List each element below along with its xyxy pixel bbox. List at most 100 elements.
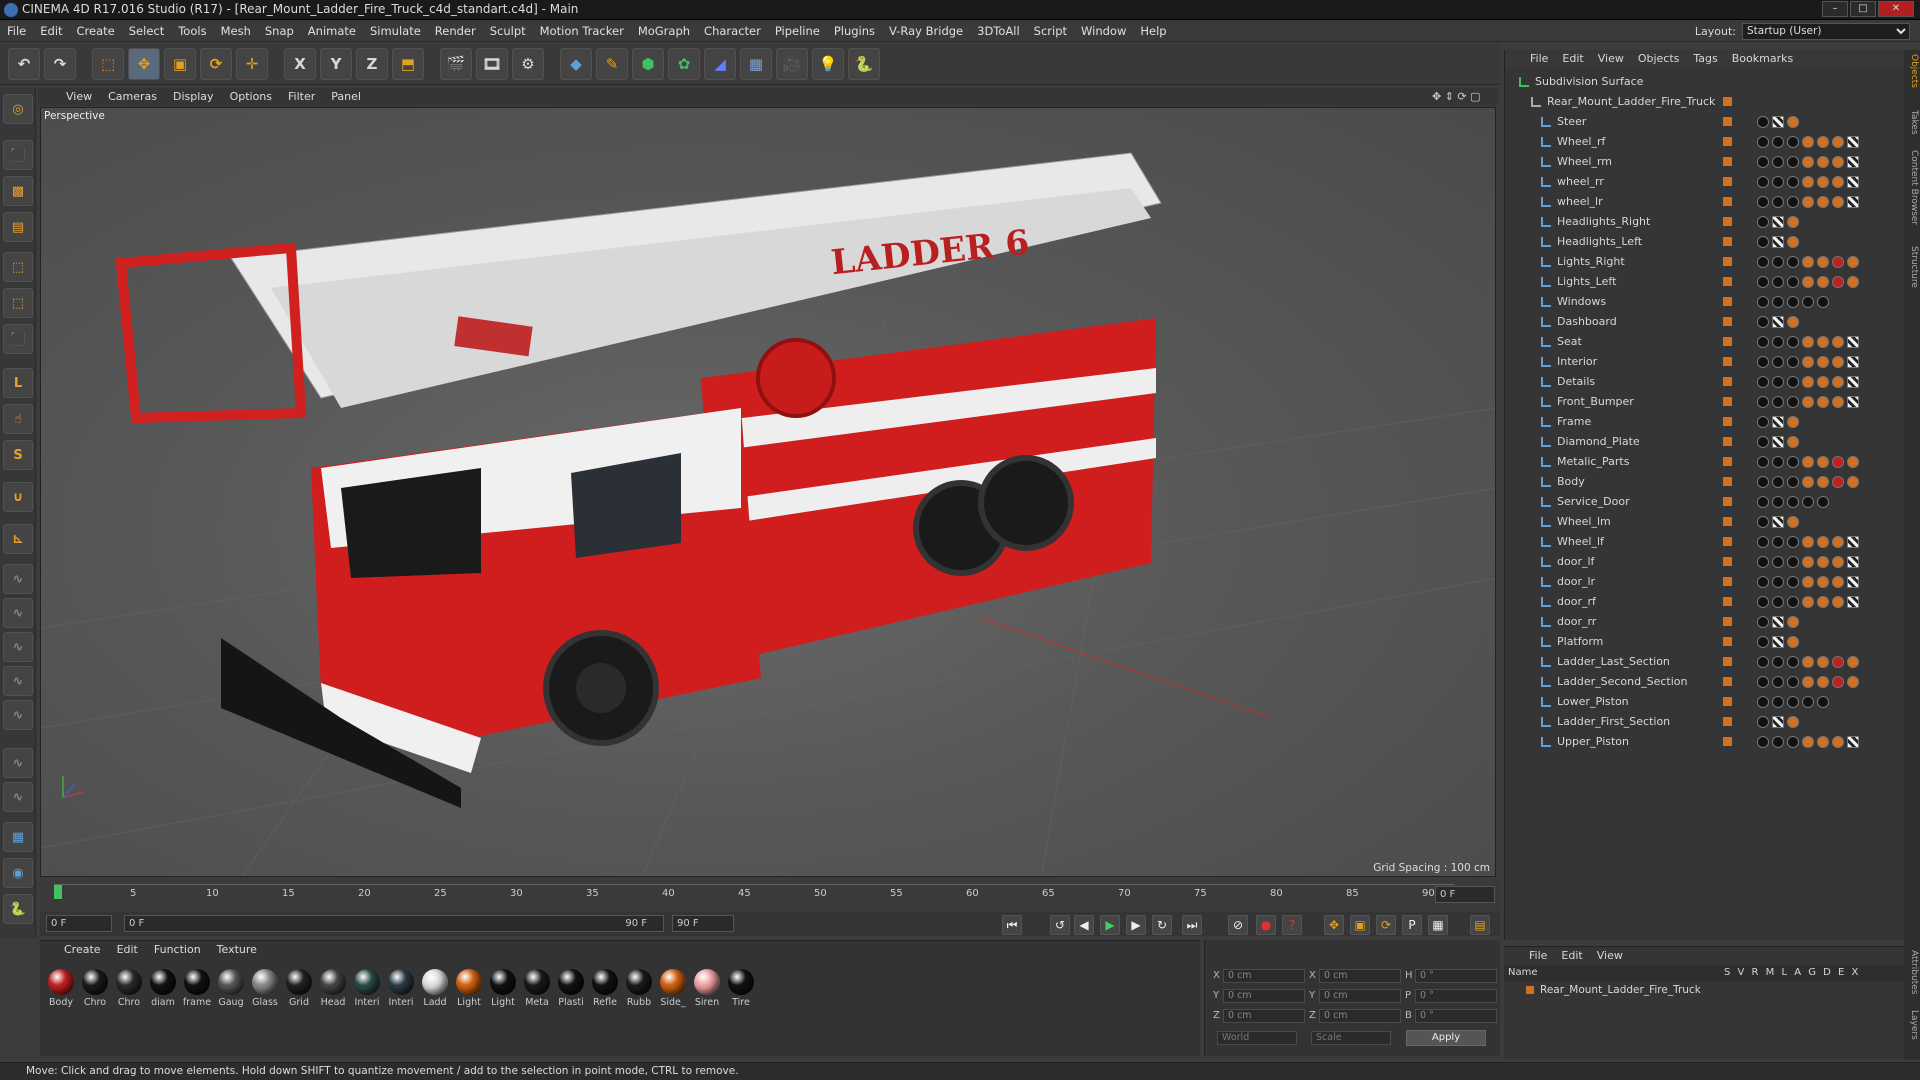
material-tag-icon[interactable] bbox=[1757, 156, 1769, 168]
material-tag-icon[interactable] bbox=[1817, 136, 1829, 148]
maximize-button[interactable]: □ bbox=[1850, 1, 1876, 17]
object-name[interactable]: Body bbox=[1557, 472, 1585, 492]
polygons-mode-icon[interactable]: ⬛ bbox=[3, 324, 33, 354]
sculpt-flatten-icon[interactable]: ∿ bbox=[3, 700, 33, 730]
material-tag-icon[interactable] bbox=[1772, 236, 1784, 248]
material-tag-icon[interactable] bbox=[1847, 556, 1859, 568]
material-tag-icon[interactable] bbox=[1832, 456, 1844, 468]
material-tag-icon[interactable] bbox=[1802, 656, 1814, 668]
viewport-nav-icons[interactable]: ✥ ⇕ ⟳ ▢ bbox=[1432, 90, 1481, 103]
material-swatch[interactable]: Chro bbox=[112, 969, 146, 1008]
object-row[interactable]: Details bbox=[1505, 372, 1905, 392]
position-y-field[interactable]: 0 cm bbox=[1223, 989, 1305, 1003]
obj-menu-edit[interactable]: Edit bbox=[1555, 50, 1590, 68]
layer-color-swatch[interactable] bbox=[1723, 117, 1732, 126]
layer-color-swatch[interactable] bbox=[1723, 477, 1732, 486]
material-tag-icon[interactable] bbox=[1802, 296, 1814, 308]
object-name[interactable]: Lights_Right bbox=[1557, 252, 1625, 272]
edges-mode-icon[interactable]: ⬚ bbox=[3, 288, 33, 318]
object-name[interactable]: Headlights_Right bbox=[1557, 212, 1650, 232]
object-row[interactable]: door_lf bbox=[1505, 552, 1905, 572]
render-picture-viewer-icon[interactable]: 🎞 bbox=[476, 47, 508, 80]
material-tag-icon[interactable] bbox=[1847, 176, 1859, 188]
material-tag-icon[interactable] bbox=[1832, 396, 1844, 408]
render-view-icon[interactable]: 🎬 bbox=[440, 47, 472, 80]
obj-menu-objects[interactable]: Objects bbox=[1631, 50, 1687, 68]
material-tag-icon[interactable] bbox=[1757, 736, 1769, 748]
object-row[interactable]: door_rf bbox=[1505, 592, 1905, 612]
material-tag-icon[interactable] bbox=[1832, 376, 1844, 388]
undo-icon[interactable]: ↶ bbox=[8, 47, 40, 80]
material-tag-icon[interactable] bbox=[1802, 696, 1814, 708]
layer-color-swatch[interactable] bbox=[1723, 597, 1732, 606]
python-script-icon[interactable]: 🐍 bbox=[3, 894, 33, 924]
menu-file[interactable]: File bbox=[0, 20, 33, 42]
material-tag-icon[interactable] bbox=[1817, 536, 1829, 548]
object-name[interactable]: wheel_lr bbox=[1557, 192, 1603, 212]
layer-color-swatch[interactable] bbox=[1723, 497, 1732, 506]
key-pla-icon[interactable]: ▦ bbox=[1428, 915, 1448, 935]
object-row[interactable]: Headlights_Right bbox=[1505, 212, 1905, 232]
close-window-button[interactable]: ✕ bbox=[1878, 1, 1914, 17]
material-tag-icon[interactable] bbox=[1832, 596, 1844, 608]
sculpt-inflate-icon[interactable]: ∿ bbox=[3, 666, 33, 696]
object-name[interactable]: Frame bbox=[1557, 412, 1591, 432]
material-tag-icon[interactable] bbox=[1757, 176, 1769, 188]
layer-color-swatch[interactable] bbox=[1723, 577, 1732, 586]
material-swatch[interactable]: Meta bbox=[520, 969, 554, 1008]
material-tag-icon[interactable] bbox=[1802, 196, 1814, 208]
material-tag-icon[interactable] bbox=[1787, 716, 1799, 728]
layer-color-swatch[interactable] bbox=[1723, 417, 1732, 426]
material-tag-icon[interactable] bbox=[1757, 316, 1769, 328]
material-tag-icon[interactable] bbox=[1772, 316, 1784, 328]
object-row[interactable]: Ladder_Second_Section bbox=[1505, 672, 1905, 692]
material-tag-icon[interactable] bbox=[1772, 436, 1784, 448]
material-tag-icon[interactable] bbox=[1757, 576, 1769, 588]
material-tag-icon[interactable] bbox=[1757, 536, 1769, 548]
object-name[interactable]: Wheel_rm bbox=[1557, 152, 1612, 172]
menu-plugins[interactable]: Plugins bbox=[827, 20, 882, 42]
object-name[interactable]: Front_Bumper bbox=[1557, 392, 1634, 412]
material-tag-icon[interactable] bbox=[1817, 376, 1829, 388]
layer-color-swatch[interactable] bbox=[1723, 177, 1732, 186]
layer-color-swatch[interactable] bbox=[1723, 637, 1732, 646]
material-tag-icon[interactable] bbox=[1847, 336, 1859, 348]
obj-menu-file[interactable]: File bbox=[1523, 50, 1555, 68]
menu-vray-bridge[interactable]: V-Ray Bridge bbox=[882, 20, 970, 42]
material-swatch[interactable]: Tire bbox=[724, 969, 758, 1008]
material-tag-icon[interactable] bbox=[1787, 236, 1799, 248]
viewport-menu-panel[interactable]: Panel bbox=[323, 88, 369, 106]
range-slider[interactable]: 0 F 90 F bbox=[124, 915, 664, 932]
material-tag-icon[interactable] bbox=[1772, 656, 1784, 668]
material-tag-icon[interactable] bbox=[1817, 596, 1829, 608]
material-tag-icon[interactable] bbox=[1772, 476, 1784, 488]
material-tag-icon[interactable] bbox=[1787, 296, 1799, 308]
x-axis-icon[interactable]: X bbox=[284, 47, 316, 80]
viewport-menu-display[interactable]: Display bbox=[165, 88, 222, 106]
object-name[interactable]: Wheel_rf bbox=[1557, 132, 1605, 152]
material-tag-icon[interactable] bbox=[1772, 256, 1784, 268]
material-tag-icon[interactable] bbox=[1757, 356, 1769, 368]
material-tag-icon[interactable] bbox=[1757, 516, 1769, 528]
layout-dropdown[interactable]: Startup (User) bbox=[1742, 22, 1910, 40]
material-tag-icon[interactable] bbox=[1757, 656, 1769, 668]
sculpt-pull-icon[interactable]: ∿ bbox=[3, 598, 33, 628]
material-tag-icon[interactable] bbox=[1757, 556, 1769, 568]
material-tag-icon[interactable] bbox=[1772, 156, 1784, 168]
material-tag-icon[interactable] bbox=[1847, 136, 1859, 148]
material-tag-icon[interactable] bbox=[1787, 116, 1799, 128]
layer-color-swatch[interactable] bbox=[1723, 217, 1732, 226]
material-tag-icon[interactable] bbox=[1847, 476, 1859, 488]
object-row[interactable]: Wheel_lm bbox=[1505, 512, 1905, 532]
cloner-icon[interactable]: ✿ bbox=[668, 47, 700, 80]
material-tag-icon[interactable] bbox=[1757, 716, 1769, 728]
material-menu-function[interactable]: Function bbox=[146, 941, 209, 959]
material-tag-icon[interactable] bbox=[1832, 176, 1844, 188]
sculpt-knife-icon[interactable]: ∿ bbox=[3, 782, 33, 812]
material-tag-icon[interactable] bbox=[1772, 576, 1784, 588]
layer-color-swatch[interactable] bbox=[1723, 137, 1732, 146]
material-tag-icon[interactable] bbox=[1802, 476, 1814, 488]
layer-color-swatch[interactable] bbox=[1723, 237, 1732, 246]
material-tag-icon[interactable] bbox=[1787, 336, 1799, 348]
key-position-icon[interactable]: ✥ bbox=[1324, 915, 1344, 935]
